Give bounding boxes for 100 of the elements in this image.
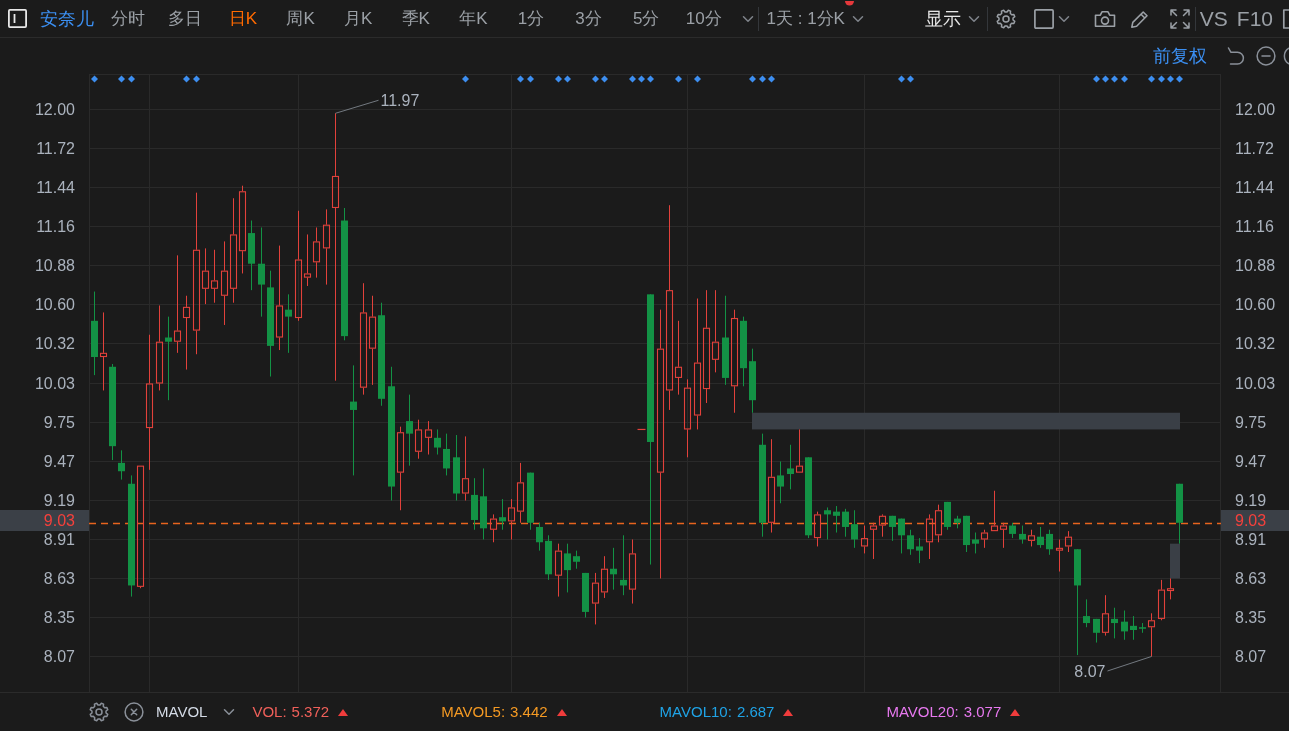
candle (591, 572, 600, 625)
candle (916, 537, 923, 564)
period-tab[interactable]: 多日 (168, 7, 203, 30)
axis-label: 9.19 (1235, 494, 1267, 507)
candle (1083, 598, 1090, 628)
reading-value: 3.077 (963, 703, 1002, 721)
sidebar-toggle-icon[interactable] (8, 9, 27, 28)
candle (1046, 529, 1053, 556)
diamond-marker-icon[interactable] (91, 75, 98, 83)
candle (424, 420, 433, 455)
candle (600, 555, 609, 599)
diamond-marker-icon[interactable] (1158, 75, 1165, 83)
diamond-marker-icon[interactable] (638, 75, 645, 83)
display-dropdown[interactable]: 显示 (924, 7, 980, 30)
adjustment-link[interactable]: 前复权 (1153, 45, 1207, 67)
diamond-marker-icon[interactable] (1111, 75, 1118, 83)
close-icon[interactable] (124, 702, 144, 722)
axis-label: 9.47 (1235, 455, 1267, 468)
period-tab[interactable]: 5分 (632, 7, 660, 30)
period-tab[interactable]: 年K (459, 7, 488, 30)
candle (963, 515, 970, 553)
candle (628, 539, 637, 605)
diamond-marker-icon[interactable] (898, 75, 905, 83)
axis-label: 8.35 (1235, 610, 1267, 624)
high-price-label: 11.97 (380, 91, 420, 109)
f10-button[interactable]: F10 (1236, 6, 1273, 31)
leader-line (1107, 656, 1152, 672)
caret-icon[interactable] (1057, 14, 1070, 23)
diamond-marker-icon[interactable] (647, 75, 654, 83)
period-tab[interactable]: 3分 (575, 7, 602, 30)
diamond-marker-icon[interactable] (1148, 75, 1155, 83)
axis-label: 8.07 (43, 649, 75, 663)
candle (443, 433, 450, 476)
undo-icon[interactable] (1227, 46, 1246, 66)
diamond-marker-icon[interactable] (555, 75, 562, 83)
caret-icon[interactable] (741, 14, 754, 23)
period-tab[interactable]: 月K (344, 7, 373, 30)
diamond-marker-icon[interactable] (527, 75, 534, 83)
period-tab[interactable]: 10分 (685, 7, 722, 30)
compare-button[interactable]: VS (1199, 6, 1228, 31)
diamond-marker-icon[interactable] (694, 75, 701, 83)
diamond-marker-icon[interactable] (592, 75, 599, 83)
period-tab[interactable]: 季K (401, 7, 430, 30)
last-price-label: 9.03 (1221, 510, 1289, 531)
settings-icon[interactable] (995, 8, 1016, 29)
low-price-label: 8.07 (1074, 663, 1106, 680)
reading-value: 2.687 (736, 703, 775, 721)
period-tab[interactable]: 日K (228, 7, 258, 30)
axis-label: 10.60 (1235, 297, 1276, 311)
diamond-marker-icon[interactable] (675, 75, 682, 83)
candle (824, 506, 831, 540)
diamond-marker-icon[interactable] (749, 75, 756, 83)
candle (1027, 529, 1036, 547)
candle (907, 529, 914, 556)
caret-icon[interactable] (967, 14, 980, 23)
diamond-marker-icon[interactable] (1093, 75, 1100, 83)
diamond-marker-icon[interactable] (564, 75, 571, 83)
axis-label: 12.00 (1235, 102, 1276, 116)
period-tab[interactable]: 分时 (110, 7, 145, 30)
zoom-out-icon[interactable] (1256, 46, 1276, 66)
diamond-marker-icon[interactable] (1121, 75, 1128, 83)
fullscreen-icon[interactable] (1169, 8, 1190, 29)
diamond-marker-icon[interactable] (118, 75, 125, 83)
diamond-marker-icon[interactable] (629, 75, 636, 83)
reading-label: VOL: (252, 703, 287, 721)
candle (527, 472, 534, 531)
indicator-dropdown[interactable]: MAVOL (156, 703, 236, 721)
candle (1121, 610, 1128, 641)
diamond-marker-icon[interactable] (1176, 75, 1183, 83)
reading-value: 3.442 (510, 703, 548, 721)
camera-icon[interactable] (1093, 9, 1116, 28)
diamond-marker-icon[interactable] (768, 75, 775, 83)
diamond-marker-icon[interactable] (601, 75, 608, 83)
diamond-marker-icon[interactable] (759, 75, 766, 83)
diamond-marker-icon[interactable] (462, 75, 469, 83)
stock-name[interactable]: 安奈儿 (40, 7, 94, 30)
axis-label: 10.03 (1235, 377, 1276, 390)
candle (461, 435, 470, 501)
period-tab[interactable]: 周K (286, 7, 315, 30)
diamond-marker-icon[interactable] (183, 75, 190, 83)
diamond-marker-icon[interactable] (1102, 75, 1109, 83)
square-icon[interactable] (1033, 8, 1054, 29)
diamond-marker-icon[interactable] (1167, 75, 1174, 83)
diamond-marker-icon[interactable] (907, 75, 914, 83)
diamond-marker-icon[interactable] (128, 75, 135, 83)
settings-icon[interactable] (89, 702, 109, 722)
reading-label: MAVOL20: (886, 703, 959, 721)
axis-label: 8.91 (43, 533, 75, 546)
pencil-icon[interactable] (1129, 8, 1150, 29)
range-dropdown[interactable]: 1天 : 1分K (766, 8, 864, 29)
caret-icon[interactable] (851, 14, 864, 23)
diamond-marker-icon[interactable] (517, 75, 524, 83)
axis-label: 10.32 (34, 336, 75, 350)
reading-label: MAVOL10: (659, 703, 732, 721)
candle (851, 509, 858, 549)
axis-label: 8.35 (43, 610, 75, 624)
period-tab[interactable]: 1分 (517, 7, 545, 30)
axis-label: 8.63 (43, 571, 75, 585)
diamond-marker-icon[interactable] (193, 75, 200, 83)
caret-icon[interactable] (223, 708, 236, 716)
